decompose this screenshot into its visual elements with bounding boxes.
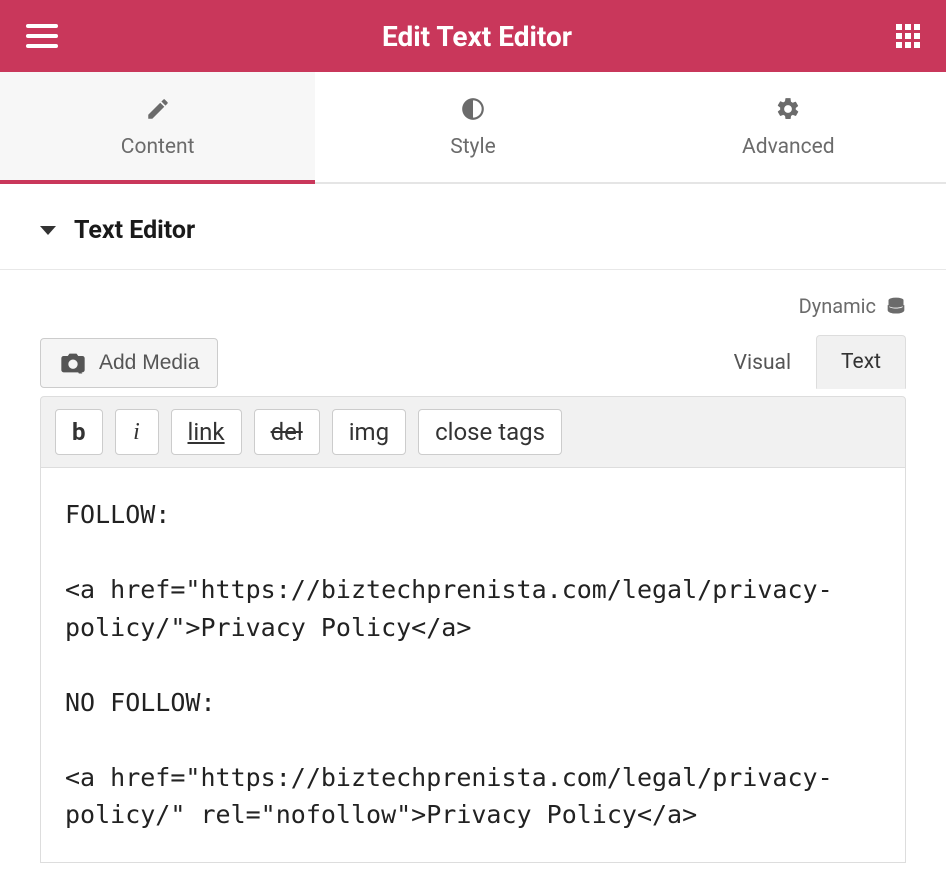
- database-icon[interactable]: [886, 296, 906, 316]
- add-media-button[interactable]: Add Media: [40, 338, 218, 388]
- editor-top-row: Add Media Visual Text: [40, 334, 906, 388]
- tab-advanced[interactable]: Advanced: [631, 72, 946, 182]
- dynamic-label[interactable]: Dynamic: [799, 294, 876, 318]
- section-title: Text Editor: [74, 216, 195, 245]
- menu-icon[interactable]: [26, 24, 58, 48]
- tab-content[interactable]: Content: [0, 72, 315, 182]
- camera-icon: [59, 351, 87, 375]
- close-tags-button[interactable]: close tags: [418, 409, 562, 455]
- bold-button[interactable]: b: [55, 409, 103, 455]
- main-tabs: Content Style Advanced: [0, 72, 946, 184]
- tab-content-label: Content: [121, 135, 195, 159]
- pencil-icon: [144, 95, 172, 123]
- img-button[interactable]: img: [332, 409, 406, 455]
- text-mode-tab[interactable]: Text: [816, 335, 906, 389]
- section-header[interactable]: Text Editor: [40, 216, 906, 245]
- dynamic-row: Dynamic: [40, 294, 906, 334]
- italic-button[interactable]: i: [115, 409, 159, 455]
- apps-grid-icon[interactable]: [896, 24, 920, 48]
- tab-style[interactable]: Style: [315, 72, 630, 182]
- tab-style-label: Style: [450, 135, 496, 159]
- editor-toolbar: b i link del img close tags: [40, 396, 906, 468]
- page-title: Edit Text Editor: [382, 20, 572, 53]
- tab-advanced-label: Advanced: [742, 135, 835, 159]
- editor-container: Dynamic Add Media Visual Text b i link d…: [0, 270, 946, 863]
- gear-icon: [774, 95, 802, 123]
- del-button[interactable]: del: [254, 409, 320, 455]
- text-editor-input[interactable]: FOLLOW: <a href="https://biztechprenista…: [40, 468, 906, 863]
- link-button[interactable]: link: [171, 409, 242, 455]
- editor-mode-tabs: Visual Text: [709, 334, 906, 388]
- section-text-editor: Text Editor: [0, 184, 946, 270]
- contrast-icon: [459, 95, 487, 123]
- app-header: Edit Text Editor: [0, 0, 946, 72]
- add-media-label: Add Media: [99, 351, 199, 375]
- chevron-down-icon: [40, 226, 56, 235]
- visual-mode-tab[interactable]: Visual: [709, 336, 816, 389]
